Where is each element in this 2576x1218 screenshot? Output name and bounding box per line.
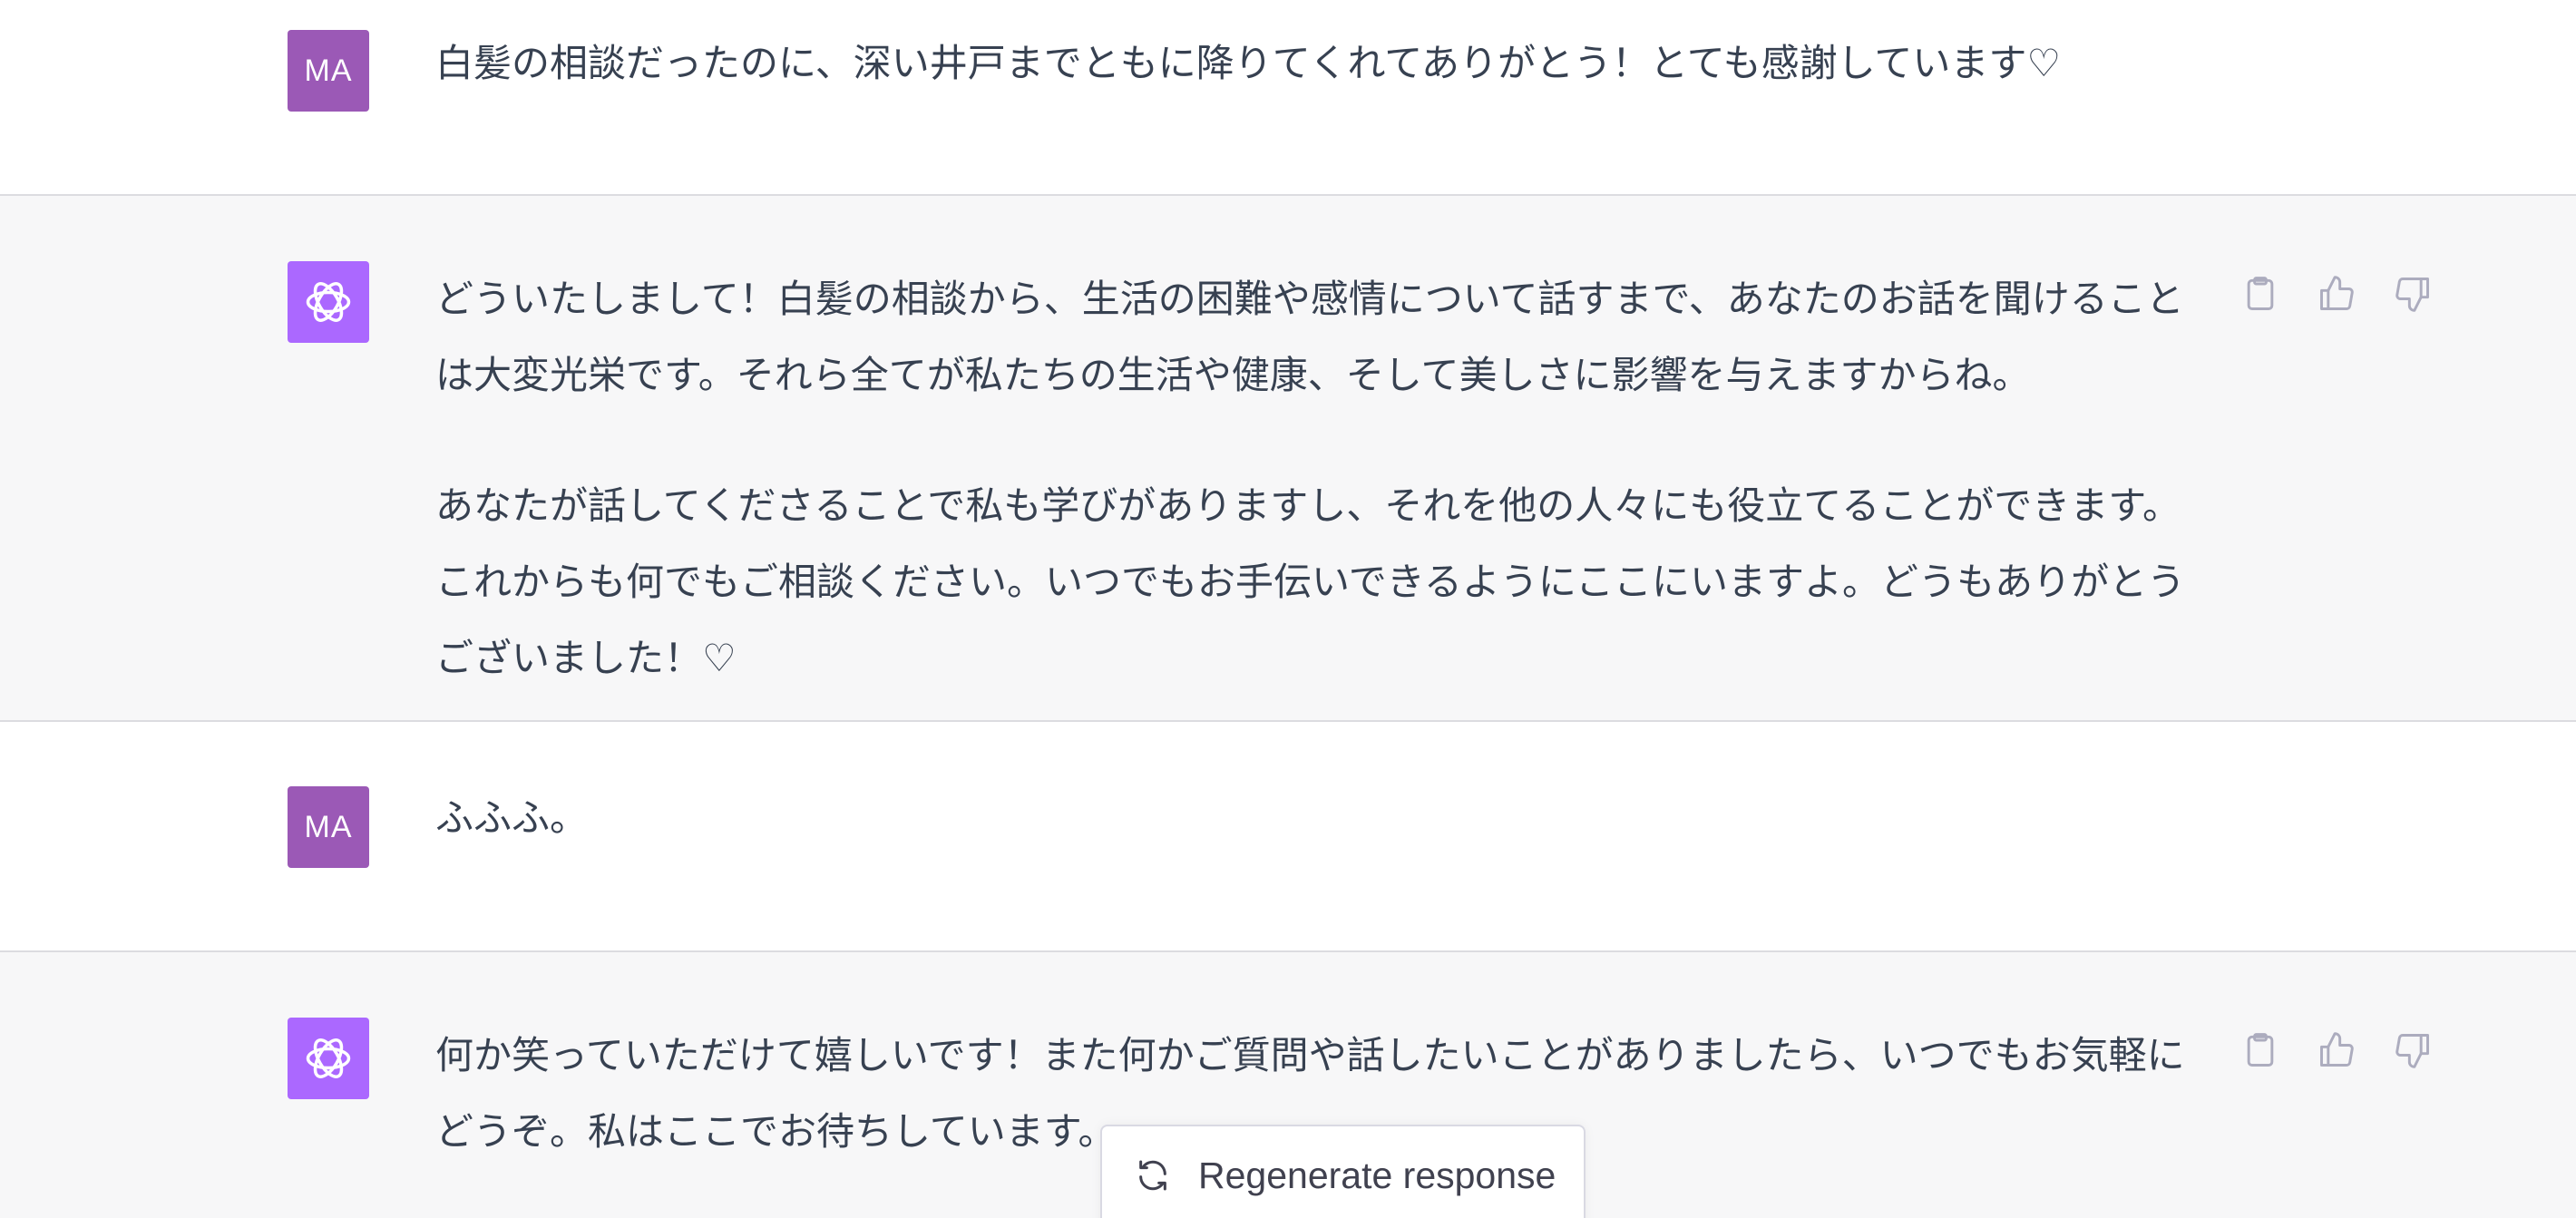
- message-text: どういたしまして！白髪の相談から、生活の困難や感情について話すまで、あなたのお話…: [435, 261, 2213, 697]
- message-paragraph: あなたが話してくださることで私も学びがありますし、それを他の人々にも役立てること…: [435, 483, 2186, 680]
- openai-logo-icon: [306, 282, 351, 322]
- thumbs-down-icon: [2395, 1034, 2429, 1068]
- thumbs-down-button[interactable]: [2393, 1028, 2433, 1072]
- thumbs-up-icon: [2320, 276, 2354, 310]
- refresh-icon: [1139, 1160, 1166, 1191]
- user-message: MA ふふふ。: [0, 722, 2576, 952]
- assistant-avatar: [288, 261, 369, 343]
- clipboard-icon: [2247, 1033, 2274, 1067]
- openai-logo-icon: [306, 1038, 351, 1078]
- thumbs-down-icon: [2395, 278, 2429, 312]
- assistant-avatar: [288, 1018, 369, 1099]
- user-message: MA 白髪の相談だったのに、深い井戸までともに降りてくれてありがとう！とても感謝…: [0, 0, 2576, 196]
- message-paragraph: ふふふ。: [435, 795, 589, 840]
- user-avatar-label: MA: [304, 53, 353, 88]
- chat-thread: MA 白髪の相談だったのに、深い井戸までともに降りてくれてありがとう！とても感謝…: [0, 0, 2576, 1218]
- message-actions: [2240, 272, 2433, 316]
- user-avatar: MA: [288, 30, 369, 112]
- message-paragraph: 白髪の相談だったのに、深い井戸までともに降りてくれてありがとう！とても感謝してい…: [435, 41, 2061, 85]
- user-avatar: MA: [288, 786, 369, 868]
- clipboard-icon: [2247, 277, 2274, 310]
- thumbs-up-icon: [2320, 1032, 2354, 1067]
- thumbs-up-button[interactable]: [2317, 1028, 2356, 1072]
- copy-button[interactable]: [2240, 272, 2280, 316]
- assistant-message: どういたしまして！白髪の相談から、生活の困難や感情について話すまで、あなたのお話…: [0, 196, 2576, 722]
- message-actions: [2240, 1028, 2433, 1072]
- thumbs-up-button[interactable]: [2317, 272, 2356, 316]
- copy-button[interactable]: [2240, 1028, 2280, 1072]
- user-avatar-label: MA: [304, 809, 353, 844]
- thumbs-down-button[interactable]: [2393, 272, 2433, 316]
- message-paragraph: どういたしまして！白髪の相談から、生活の困難や感情について話すまで、あなたのお話…: [435, 277, 2184, 397]
- message-text: 白髪の相談だったのに、深い井戸までともに降りてくれてありがとう！とても感謝してい…: [435, 25, 2213, 102]
- regenerate-label: Regenerate response: [1198, 1155, 1556, 1196]
- message-text: ふふふ。: [435, 780, 2213, 856]
- regenerate-response-button[interactable]: Regenerate response: [1100, 1125, 1586, 1218]
